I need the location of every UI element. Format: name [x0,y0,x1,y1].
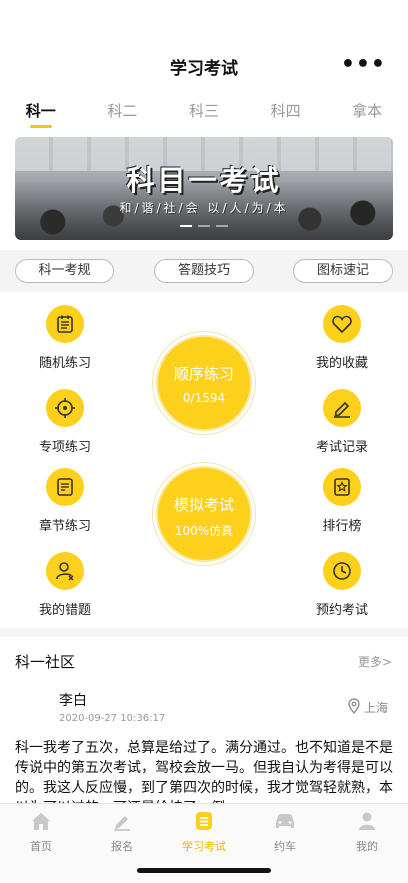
special-practice-label: 专项练习 [38,440,91,455]
sequential-practice-button[interactable]: 顺序练习 0/1594 [158,337,250,429]
post-content[interactable]: 科一我考了五次，总算是给过了。满分通过。也不知道是不是传说中的第五次考试，驾校会… [15,738,393,804]
user-error-icon [46,552,84,590]
target-icon [46,389,84,427]
signup-pen-icon [92,810,152,832]
tabbar-profile-label: 我的 [356,840,378,853]
post-location-label: 上海 [363,701,388,715]
carousel-dot [198,225,210,227]
my-mistakes-button[interactable]: 我的错题 [20,552,110,618]
tabbar-home-label: 首页 [30,840,52,853]
tabbar-book-car-label: 约车 [274,840,296,853]
more-menu-button[interactable]: ••• [341,52,386,77]
my-favorites-button[interactable]: 我的收藏 [297,305,387,371]
home-indicator [137,868,271,873]
sequential-practice-title: 顺序练习 [173,365,234,383]
my-favorites-label: 我的收藏 [315,356,368,371]
clock-icon [323,552,361,590]
tabbar-profile[interactable]: 我的 [337,810,397,854]
ranking-icon [323,468,361,506]
quick-links-bar: 科一考规 答题技巧 图标速记 [0,250,408,292]
exam-records-label: 考试记录 [315,440,368,455]
heart-icon [323,305,361,343]
random-practice-label: 随机练习 [38,356,91,371]
profile-icon [337,810,397,832]
ranking-button[interactable]: 排行榜 [297,468,387,534]
page: 学习考试 ••• 科一 科二 科三 科四 拿本 科目一考试 和/谐/社/会 以/… [0,0,408,883]
ranking-label: 排行榜 [322,519,362,534]
my-mistakes-label: 我的错题 [38,603,91,618]
pen-icon [323,389,361,427]
mock-exam-button[interactable]: 模拟考试 100%仿真 [158,468,250,560]
tab-subject-4[interactable]: 科四 [245,92,327,128]
book-exam-button[interactable]: 预约考试 [297,552,387,618]
tabbar-study-exam[interactable]: 学习考试 [174,810,234,854]
nav-header: 学习考试 ••• [0,44,408,88]
subject-tabs: 科一 科二 科三 科四 拿本 [0,92,408,128]
random-practice-button[interactable]: 随机练习 [20,305,110,371]
sign-memo-chip[interactable]: 图标速记 [293,259,393,283]
chapter-icon [46,468,84,506]
mock-exam-title: 模拟考试 [173,496,234,514]
location-pin-icon [348,698,360,717]
car-icon [255,810,315,832]
carousel-dot-active [180,225,192,227]
carousel-indicator [15,212,393,231]
post-timestamp: 2020-09-27 10:36:17 [59,713,166,724]
tabbar-study-exam-label: 学习考试 [182,840,226,853]
carousel-dot [216,225,228,227]
exam-rules-chip[interactable]: 科一考规 [15,259,114,283]
answer-tips-chip[interactable]: 答题技巧 [154,259,254,283]
mock-exam-subtitle: 100%仿真 [174,524,234,538]
tabbar-home[interactable]: 首页 [11,810,71,854]
community-more-link[interactable]: 更多> [358,653,392,670]
list-doc-icon [46,305,84,343]
chapter-practice-button[interactable]: 章节练习 [20,468,110,534]
tab-get-license[interactable]: 拿本 [326,92,408,128]
study-exam-icon [174,810,234,832]
tab-subject-3[interactable]: 科三 [163,92,245,128]
tabbar-signup[interactable]: 报名 [92,810,152,854]
post-location: 上海 [348,698,388,717]
special-practice-button[interactable]: 专项练习 [20,389,110,455]
tab-subject-2[interactable]: 科二 [82,92,164,128]
tabbar-signup-label: 报名 [111,840,133,853]
post-author[interactable]: 李白 [59,690,87,710]
community-title: 科一社区 [15,653,76,671]
tab-subject-1[interactable]: 科一 [0,92,82,128]
sequential-practice-progress: 0/1594 [182,391,226,405]
home-icon [11,810,71,832]
chapter-practice-label: 章节练习 [38,519,91,534]
banner-title: 科目一考试 [126,164,282,197]
section-divider [0,628,408,637]
exam-records-button[interactable]: 考试记录 [297,389,387,455]
book-exam-label: 预约考试 [315,603,368,618]
banner-carousel[interactable]: 科目一考试 和/谐/社/会 以/人/为/本 [15,137,393,240]
tabbar-book-car[interactable]: 约车 [255,810,315,854]
